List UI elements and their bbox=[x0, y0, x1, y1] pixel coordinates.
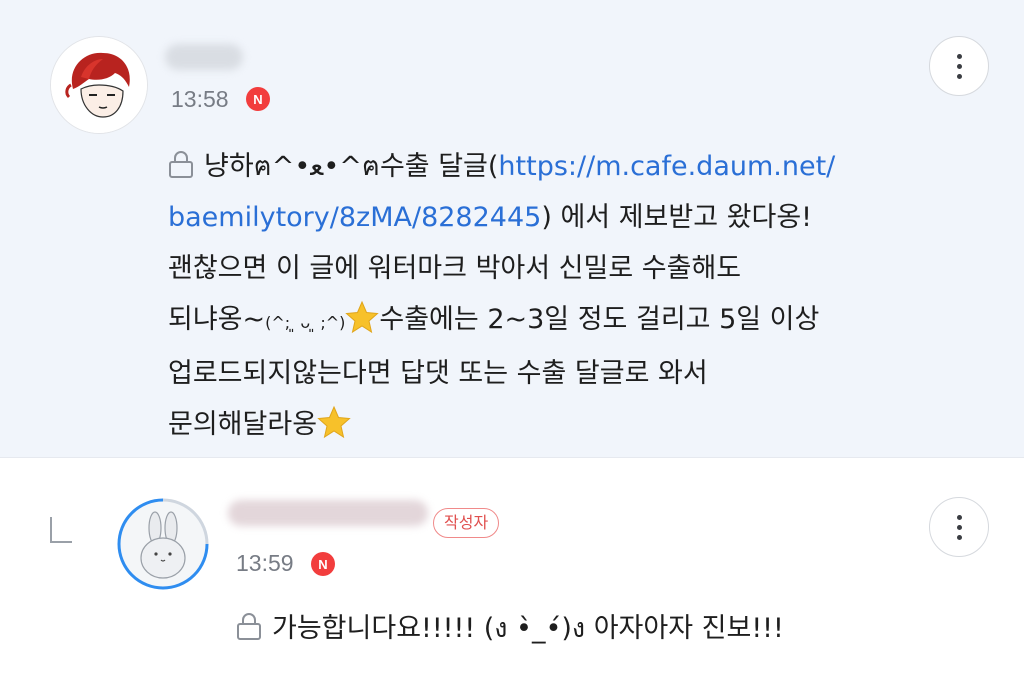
more-options-button[interactable] bbox=[929, 497, 989, 557]
comment-text: 업로드되지않는다면 답댓 또는 수출 달글로 와서 bbox=[168, 358, 708, 389]
comment-body: 냥하ฅ^•ﻌ•^ฅ수출 달글(https://m.cafe.daum.net/ … bbox=[168, 141, 928, 450]
comment-time: 13:59 bbox=[236, 550, 294, 576]
new-badge: N bbox=[246, 87, 270, 111]
comment-text: 되냐옹~ bbox=[168, 304, 266, 335]
new-badge: N bbox=[311, 552, 335, 576]
comment-text: 수출에는 2~3일 정도 걸리고 5일 이상 bbox=[379, 304, 820, 335]
more-vertical-icon-dot bbox=[956, 73, 962, 79]
star-icon bbox=[345, 300, 380, 334]
comment-time: 13:58 bbox=[171, 86, 229, 112]
emoticon-text: (^; ͈ ᴗ ͈ ;^) bbox=[265, 313, 346, 332]
reply-arrow-icon bbox=[50, 517, 72, 543]
comment-text: 괜찮으면 이 글에 워터마크 박아서 신밀로 수출해도 bbox=[168, 253, 742, 284]
author-name-redacted bbox=[165, 44, 243, 70]
avatar[interactable] bbox=[117, 498, 209, 590]
cafe-link[interactable]: https://m.cafe.daum.net/ bbox=[498, 151, 835, 182]
comment-text: 가능합니다요!!!!! (ง •̀_•́)ง 아자아자 진보!!! bbox=[272, 613, 784, 644]
more-vertical-icon-dot bbox=[956, 534, 962, 540]
comment-item-1: 13:58 N 냥하ฅ^•ﻌ•^ฅ수출 달글(https://m.cafe.da… bbox=[0, 0, 1024, 458]
author-badge: 작성자 bbox=[433, 508, 500, 538]
star-icon bbox=[317, 405, 351, 439]
bunny-avatar-icon bbox=[117, 498, 209, 590]
more-vertical-icon bbox=[956, 514, 962, 520]
avatar[interactable] bbox=[50, 36, 148, 134]
lock-icon bbox=[169, 151, 193, 178]
comment-text: 문의해달라옹 bbox=[168, 409, 318, 440]
comment-text: 냥하ฅ^•ﻌ•^ฅ수출 달글( bbox=[204, 151, 499, 182]
comment-body: 가능합니다요!!!!! (ง •̀_•́)ง 아자아자 진보!!! bbox=[236, 606, 936, 652]
red-hair-character-icon bbox=[51, 37, 147, 133]
more-vertical-icon bbox=[956, 53, 962, 59]
more-vertical-icon-dot bbox=[956, 524, 962, 530]
more-vertical-icon-dot bbox=[956, 63, 962, 69]
cafe-link-continued[interactable]: baemilytory/8zMA/8282445 bbox=[168, 202, 541, 233]
comment-text: ) 에서 제보받고 왔다옹! bbox=[541, 202, 812, 233]
lock-icon bbox=[237, 613, 261, 640]
more-options-button[interactable] bbox=[929, 36, 989, 96]
author-name-redacted bbox=[228, 500, 428, 526]
